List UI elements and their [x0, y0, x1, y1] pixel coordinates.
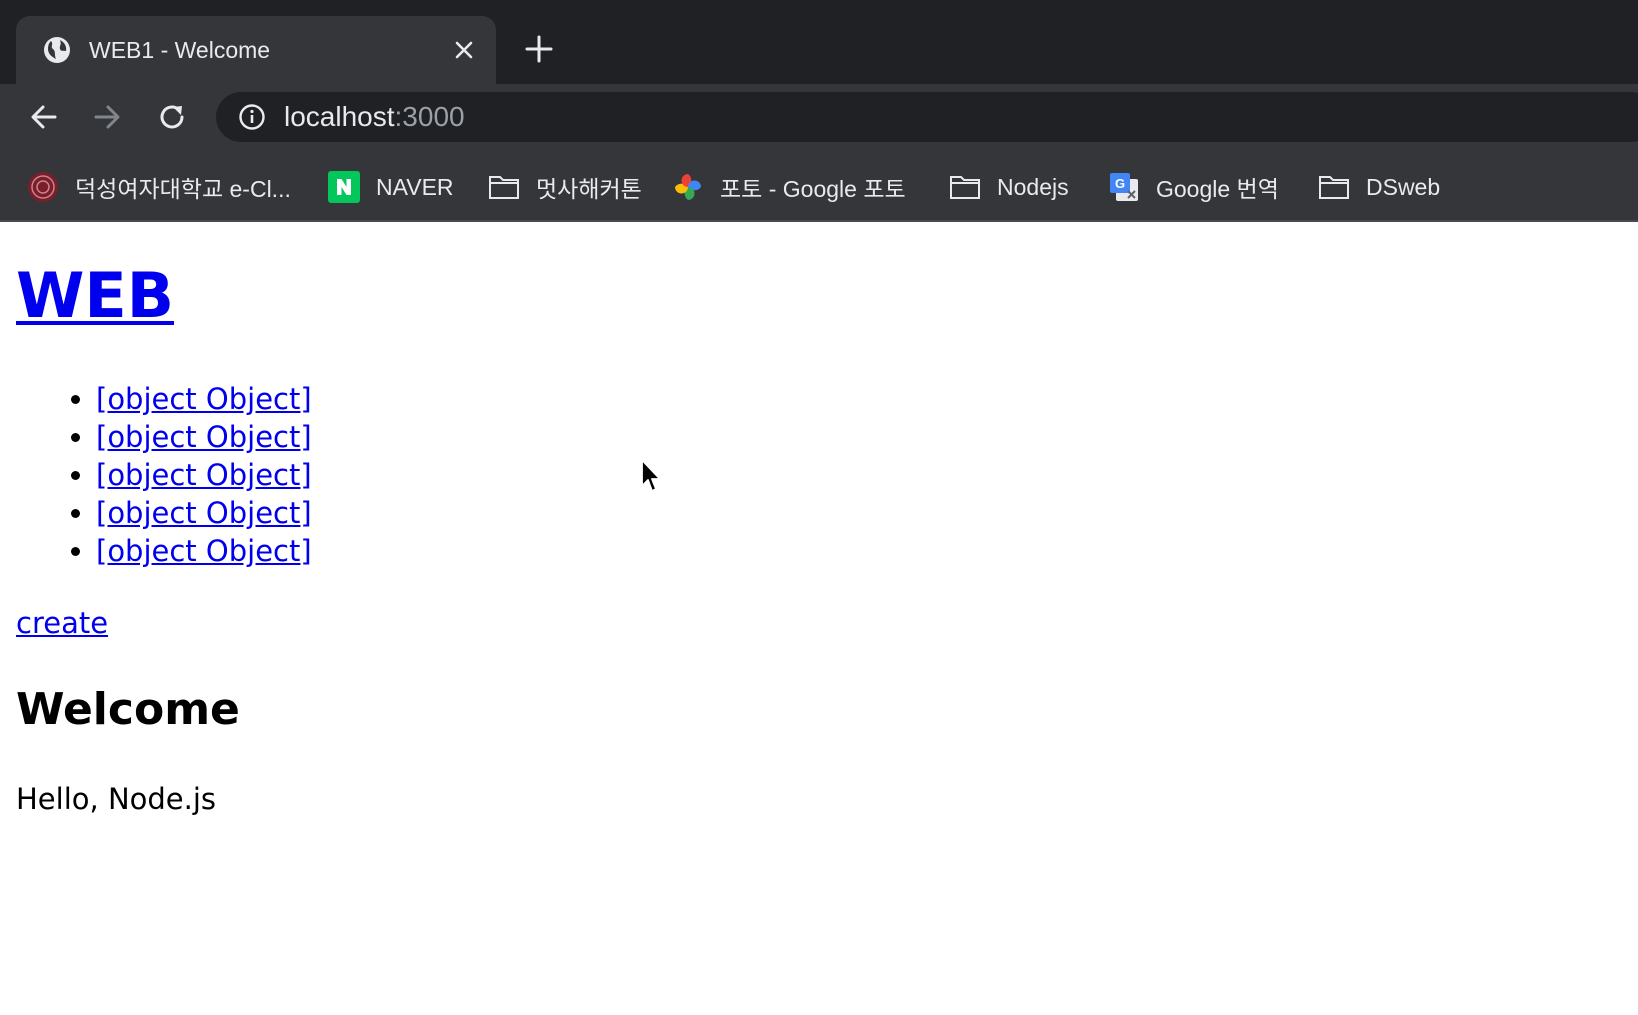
address-port: :3000	[394, 101, 465, 132]
bookmark-folder-dsweb[interactable]: DSweb	[1318, 170, 1440, 204]
bookmark-duksung-ecl[interactable]: 덕성여자대학교 e-Cl...	[27, 170, 291, 204]
bookmark-google-translate[interactable]: G Google 번역	[1108, 170, 1279, 204]
page-title: WEB	[16, 258, 174, 334]
address-bar[interactable]: localhost:3000	[216, 92, 1638, 142]
list-item: [object Object]	[96, 532, 312, 570]
address-host: localhost	[284, 101, 395, 132]
list-item: [object Object]	[96, 380, 312, 418]
google-photos-icon	[675, 174, 701, 200]
topic-link[interactable]: [object Object]	[96, 496, 312, 530]
bookmark-naver[interactable]: NAVER	[328, 170, 454, 204]
bookmarks-bar: 덕성여자대학교 e-Cl... NAVER 멋사해커톤 포토 - Google …	[0, 150, 1638, 222]
browser-chrome: WEB1 - Welcome localhost:3000 덕성여자대학교 e-…	[0, 0, 1638, 222]
reload-icon[interactable]	[156, 101, 188, 133]
university-seal-icon	[28, 172, 58, 202]
list-item: [object Object]	[96, 494, 312, 532]
bookmark-label: NAVER	[376, 173, 454, 200]
list-item: [object Object]	[96, 418, 312, 456]
toolbar: localhost:3000	[0, 84, 1638, 150]
page-viewport: WEB [object Object] [object Object] [obj…	[0, 222, 1638, 1015]
bookmark-label: Nodejs	[997, 173, 1069, 200]
back-arrow-icon[interactable]	[28, 101, 60, 133]
bookmark-label: DSweb	[1366, 173, 1441, 200]
bookmark-folder-nodejs[interactable]: Nodejs	[949, 170, 1069, 204]
bookmark-google-photos[interactable]: 포토 - Google 포토	[672, 170, 906, 204]
home-link[interactable]: WEB	[16, 259, 174, 332]
topic-list: [object Object] [object Object] [object …	[16, 380, 312, 570]
globe-icon	[44, 37, 70, 63]
svg-text:G: G	[1115, 176, 1125, 191]
close-icon[interactable]	[452, 38, 476, 62]
topic-link[interactable]: [object Object]	[96, 382, 312, 416]
bookmark-label: 덕성여자대학교 e-Cl...	[75, 176, 291, 202]
address-url[interactable]: localhost:3000	[284, 101, 465, 133]
content-title: Welcome	[16, 684, 240, 735]
tab-active[interactable]: WEB1 - Welcome	[16, 16, 496, 84]
plus-icon[interactable]	[524, 34, 554, 64]
info-icon[interactable]	[238, 103, 266, 131]
topic-link[interactable]: [object Object]	[96, 534, 312, 568]
mouse-pointer-icon	[641, 459, 661, 492]
naver-icon	[328, 171, 360, 203]
bookmark-label: 멋사해커톤	[536, 176, 642, 202]
tab-strip: WEB1 - Welcome	[0, 0, 1638, 84]
content-body: Hello, Node.js	[16, 782, 217, 816]
bookmark-folder-hackathon[interactable]: 멋사해커톤	[488, 170, 642, 204]
list-item: [object Object]	[96, 456, 312, 494]
folder-icon	[489, 176, 519, 199]
topic-link[interactable]: [object Object]	[96, 458, 312, 492]
bookmark-label: 포토 - Google 포토	[720, 176, 906, 202]
folder-icon	[1319, 176, 1349, 199]
create-link[interactable]: create	[16, 604, 108, 642]
topic-link[interactable]: [object Object]	[96, 420, 312, 454]
google-translate-icon: G	[1110, 173, 1138, 201]
folder-icon	[950, 176, 980, 199]
bookmark-label: Google 번역	[1156, 176, 1279, 202]
forward-arrow-icon[interactable]	[91, 101, 123, 133]
tab-title: WEB1 - Welcome	[89, 37, 271, 63]
